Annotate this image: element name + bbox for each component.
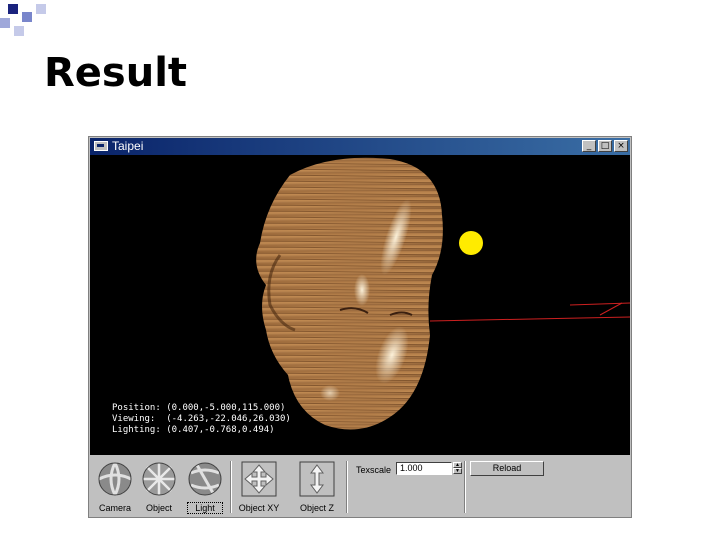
- lighting-label: Lighting:: [112, 425, 161, 435]
- viewing-label: Viewing:: [112, 414, 156, 424]
- texscale-label: Texscale: [356, 465, 392, 475]
- object-mode-button[interactable]: Object: [136, 459, 182, 515]
- object-sphere-icon: [142, 462, 176, 496]
- close-button[interactable]: ×: [614, 140, 628, 152]
- slide-decoration: [0, 0, 60, 45]
- move-z-icon: [299, 461, 335, 497]
- move-xy-icon: [241, 461, 277, 497]
- axis-line: [429, 316, 630, 322]
- separator: [464, 461, 466, 513]
- viewing-value: (-4.263,-22.046,26.030): [166, 414, 291, 424]
- object-label: Object: [145, 503, 172, 513]
- light-sphere-icon: [188, 462, 222, 496]
- slide-title: Result: [44, 50, 188, 96]
- lighting-value: (0.407,-0.768,0.494): [166, 425, 275, 435]
- object-xy-button[interactable]: Object XY: [236, 459, 282, 515]
- control-panel: Camera Object Light Object XY Object Z T…: [90, 457, 630, 516]
- maximize-button[interactable]: □: [598, 140, 612, 152]
- axis-line: [599, 302, 623, 316]
- light-label: Light: [187, 502, 223, 514]
- position-label: Position:: [112, 403, 161, 413]
- reload-button[interactable]: Reload: [470, 461, 544, 476]
- object-z-button[interactable]: Object Z: [294, 459, 340, 515]
- title-bar: Taipei _ □ ×: [90, 138, 630, 155]
- camera-label: Camera: [98, 503, 131, 513]
- light-mode-button[interactable]: Light: [182, 459, 228, 515]
- separator: [346, 461, 348, 513]
- window-menu-icon[interactable]: [94, 141, 108, 151]
- window-title: Taipei: [112, 139, 144, 153]
- camera-sphere-icon: [98, 462, 132, 496]
- spin-down-icon[interactable]: ▼: [453, 468, 462, 474]
- textured-head-model: [256, 157, 443, 430]
- render-viewport[interactable]: Position: (0.000,-5.000,115.000) Viewing…: [90, 155, 630, 455]
- camera-mode-button[interactable]: Camera: [92, 459, 138, 515]
- position-value: (0.000,-5.000,115.000): [166, 403, 286, 413]
- app-window: Taipei _ □ × Position: (0.000,-5.000,115…: [88, 136, 632, 518]
- texscale-input[interactable]: 1.000: [396, 462, 452, 475]
- object-z-label: Object Z: [299, 503, 334, 513]
- texscale-spinner[interactable]: ▲ ▼: [453, 462, 462, 475]
- object-xy-label: Object XY: [238, 503, 280, 513]
- minimize-button[interactable]: _: [582, 140, 596, 152]
- light-source: [459, 231, 483, 255]
- hud-readout: Position: (0.000,-5.000,115.000) Viewing…: [112, 403, 291, 436]
